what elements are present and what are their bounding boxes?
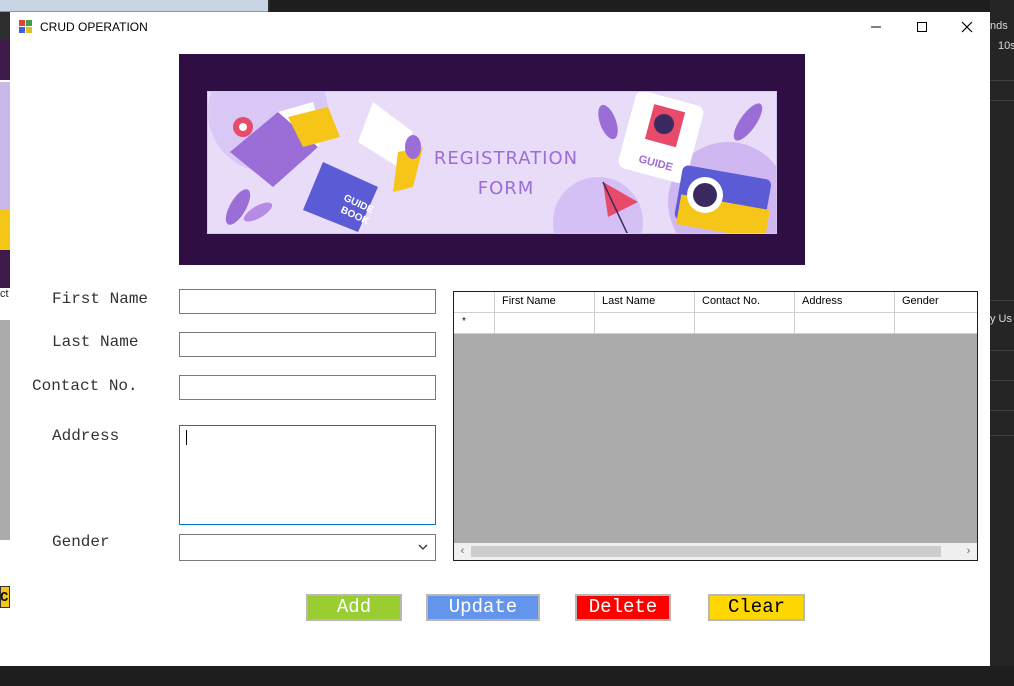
background-text: C: [0, 590, 9, 606]
grid-cell[interactable]: [695, 313, 795, 334]
background-bottom: [0, 666, 1014, 686]
background-ide-right: nds 10s y Us: [990, 0, 1014, 686]
grid-new-row[interactable]: *: [454, 313, 977, 334]
banner-image: GUIDE BOOK GUIDE REGISTRATION FORM: [179, 54, 805, 265]
background-text: ct: [0, 288, 10, 300]
background-text: 10s: [998, 40, 1014, 52]
chevron-down-icon: [418, 544, 428, 550]
grid-cell[interactable]: [595, 313, 695, 334]
minimize-button[interactable]: [853, 12, 899, 42]
grid-corner-cell: [454, 292, 495, 313]
clear-button[interactable]: Clear: [708, 594, 805, 621]
contact-label: Contact No.: [32, 377, 138, 395]
last-name-label: Last Name: [52, 333, 139, 351]
update-button[interactable]: Update: [426, 594, 540, 621]
delete-button[interactable]: Delete: [575, 594, 671, 621]
column-header[interactable]: Gender: [895, 292, 977, 313]
column-header[interactable]: First Name: [495, 292, 595, 313]
scrollbar-thumb[interactable]: [471, 546, 941, 557]
window-title: CRUD OPERATION: [40, 20, 148, 34]
close-icon: [961, 21, 973, 33]
banner-illustration: GUIDE BOOK GUIDE REGISTRATION FORM: [207, 91, 777, 234]
grid-cell[interactable]: [495, 313, 595, 334]
title-bar[interactable]: CRUD OPERATION: [10, 12, 990, 42]
column-header[interactable]: Address: [795, 292, 895, 313]
crud-window: CRUD OPERATION GUIDE BOOK GUIDE REGISTRA…: [10, 12, 990, 666]
grid-header: First Name Last Name Contact No. Address…: [454, 292, 977, 313]
maximize-button[interactable]: [899, 12, 945, 42]
scroll-right-icon[interactable]: ›: [960, 545, 977, 557]
banner-title-line: FORM: [477, 178, 535, 199]
records-datagrid[interactable]: First Name Last Name Contact No. Address…: [453, 291, 978, 561]
row-header: *: [454, 313, 495, 334]
grid-cell[interactable]: [795, 313, 895, 334]
horizontal-scrollbar[interactable]: ‹ ›: [454, 543, 977, 560]
column-header[interactable]: Last Name: [595, 292, 695, 313]
banner-title-line: REGISTRATION: [433, 148, 579, 169]
last-name-input[interactable]: [179, 332, 436, 357]
grid-cell[interactable]: [895, 313, 977, 334]
maximize-icon: [917, 22, 927, 32]
background-strip: [0, 0, 268, 12]
app-icon: [19, 20, 33, 34]
banner-title: REGISTRATION FORM: [426, 144, 586, 204]
close-button[interactable]: [944, 12, 990, 42]
background-panel: [0, 40, 10, 680]
scroll-left-icon[interactable]: ‹: [454, 545, 471, 557]
background-text: nds: [990, 20, 1008, 32]
first-name-input[interactable]: [179, 289, 436, 314]
gender-dropdown[interactable]: [179, 534, 436, 561]
first-name-label: First Name: [52, 290, 149, 308]
text-caret: [186, 430, 187, 445]
address-label: Address: [52, 427, 120, 445]
contact-input[interactable]: [179, 375, 436, 400]
column-header[interactable]: Contact No.: [695, 292, 795, 313]
minimize-icon: [871, 26, 881, 28]
address-input[interactable]: [179, 425, 436, 525]
add-button[interactable]: Add: [306, 594, 402, 621]
gender-label: Gender: [52, 533, 110, 551]
